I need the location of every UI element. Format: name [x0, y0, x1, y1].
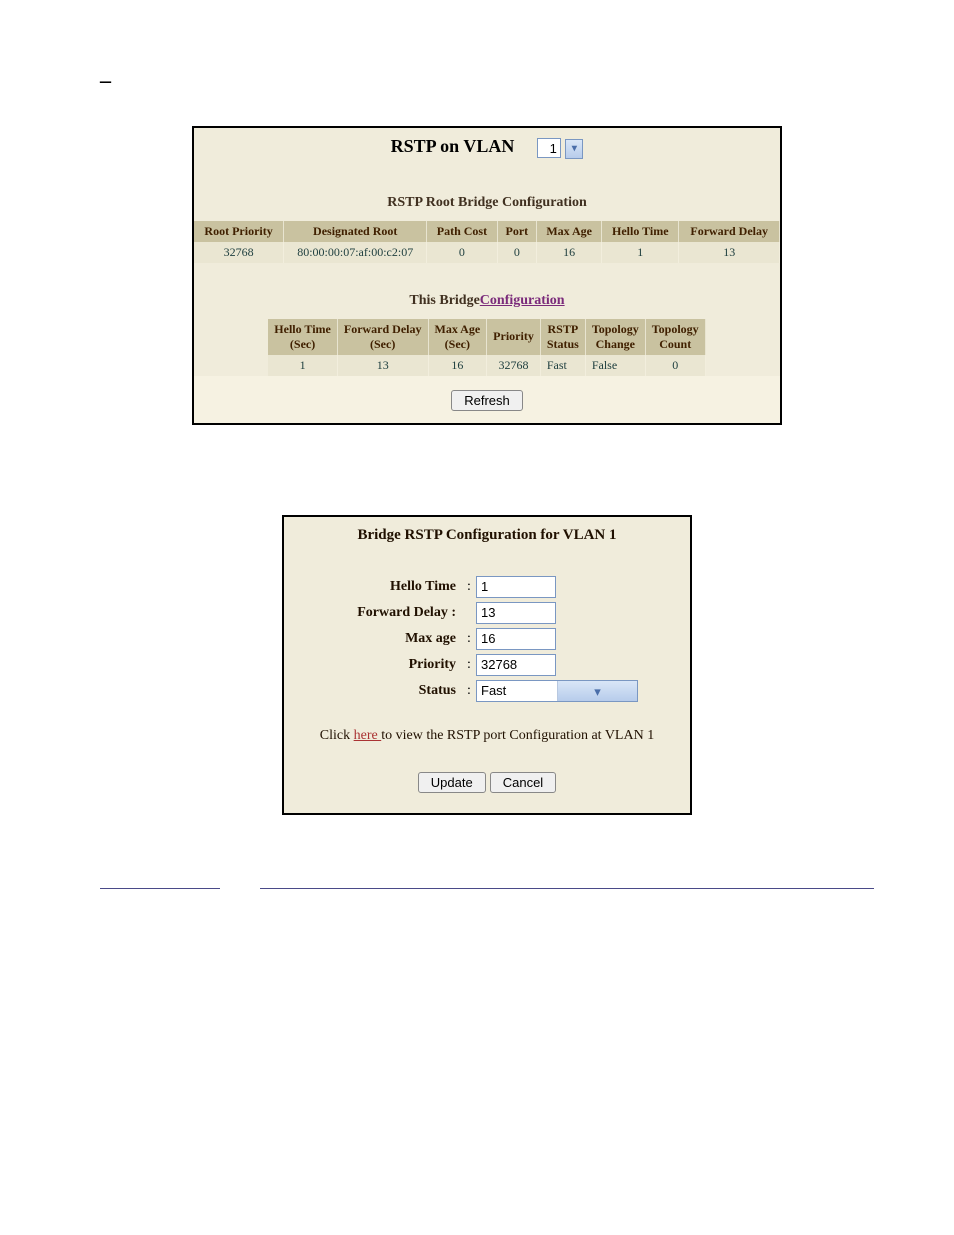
cell: 13: [679, 242, 780, 263]
cell: 0: [497, 242, 537, 263]
cell: 32768: [487, 355, 541, 376]
this-bridge-prefix: This Bridge: [409, 293, 479, 308]
max-age-input[interactable]: [476, 628, 556, 650]
table-row: 32768 80:00:00:07:af:00:c2:07 0 0 16 1 1…: [194, 242, 780, 263]
col-forward-delay-sec: Forward Delay(Sec): [337, 319, 428, 355]
priority-label: Priority: [302, 657, 462, 673]
cell: 0: [645, 355, 705, 376]
separator: :: [462, 657, 476, 673]
cell: 16: [428, 355, 487, 376]
cell: 1: [602, 242, 679, 263]
this-bridge-table: Hello Time(Sec) Forward Delay(Sec) Max A…: [268, 319, 705, 376]
cancel-button[interactable]: Cancel: [490, 772, 556, 793]
col-forward-delay: Forward Delay: [679, 221, 780, 242]
configuration-link[interactable]: Configuration: [480, 293, 565, 308]
hello-time-input[interactable]: [476, 576, 556, 598]
bridge-rstp-config-panel: Bridge RSTP Configuration for VLAN 1 Hel…: [282, 515, 692, 815]
col-hello-time-sec: Hello Time(Sec): [268, 319, 337, 355]
hello-time-label: Hello Time: [302, 579, 462, 595]
footer-rule-left: [100, 875, 220, 889]
col-priority: Priority: [487, 319, 541, 355]
cell: False: [585, 355, 645, 376]
update-button[interactable]: Update: [418, 772, 486, 793]
separator: :: [462, 631, 476, 647]
col-max-age-sec: Max Age(Sec): [428, 319, 487, 355]
panel2-title: Bridge RSTP Configuration for VLAN 1: [302, 523, 672, 572]
forward-delay-label: Forward Delay :: [302, 605, 462, 621]
table-header-row: Hello Time(Sec) Forward Delay(Sec) Max A…: [268, 319, 705, 355]
table-row: 1 13 16 32768 Fast False 0: [268, 355, 705, 376]
footer-rule: [100, 875, 874, 889]
cell: 32768: [194, 242, 284, 263]
here-link[interactable]: here: [354, 728, 382, 743]
cell: 0: [427, 242, 497, 263]
root-bridge-table: Root Priority Designated Root Path Cost …: [194, 221, 780, 263]
col-root-priority: Root Priority: [194, 221, 284, 242]
col-max-age: Max Age: [537, 221, 602, 242]
col-rstp-status: RSTPStatus: [540, 319, 585, 355]
root-bridge-section-title: RSTP Root Bridge Configuration: [194, 165, 780, 221]
cell: 1: [268, 355, 337, 376]
separator: :: [462, 683, 476, 699]
panel1-title-row: RSTP on VLAN ▾: [194, 128, 780, 165]
refresh-button[interactable]: Refresh: [451, 390, 523, 411]
cell: 13: [337, 355, 428, 376]
vlan-select-input[interactable]: [537, 138, 561, 158]
rstp-vlan-panel: RSTP on VLAN ▾ RSTP Root Bridge Configur…: [192, 126, 782, 425]
cell: 16: [537, 242, 602, 263]
separator: :: [462, 579, 476, 595]
col-topology-change: TopologyChange: [585, 319, 645, 355]
max-age-label: Max age: [302, 631, 462, 647]
col-topology-count: TopologyCount: [645, 319, 705, 355]
forward-delay-input[interactable]: [476, 602, 556, 624]
chevron-down-icon[interactable]: ▾: [557, 681, 637, 701]
table-header-row: Root Priority Designated Root Path Cost …: [194, 221, 780, 242]
this-bridge-section-title: This BridgeConfiguration: [194, 263, 780, 319]
footer-rule-right: [260, 875, 874, 889]
status-select[interactable]: Fast ▾: [476, 680, 638, 702]
col-hello-time: Hello Time: [602, 221, 679, 242]
status-label: Status: [302, 683, 462, 699]
hint-text: Click here to view the RSTP port Configu…: [302, 706, 672, 750]
col-designated-root: Designated Root: [284, 221, 427, 242]
priority-input[interactable]: [476, 654, 556, 676]
status-select-value: Fast: [477, 681, 557, 701]
vlan-select-dropdown[interactable]: ▾: [565, 139, 583, 159]
col-path-cost: Path Cost: [427, 221, 497, 242]
col-port: Port: [497, 221, 537, 242]
cell: Fast: [540, 355, 585, 376]
section-marker: _: [100, 60, 874, 86]
panel1-title: RSTP on VLAN: [391, 136, 515, 156]
cell: 80:00:00:07:af:00:c2:07: [284, 242, 427, 263]
